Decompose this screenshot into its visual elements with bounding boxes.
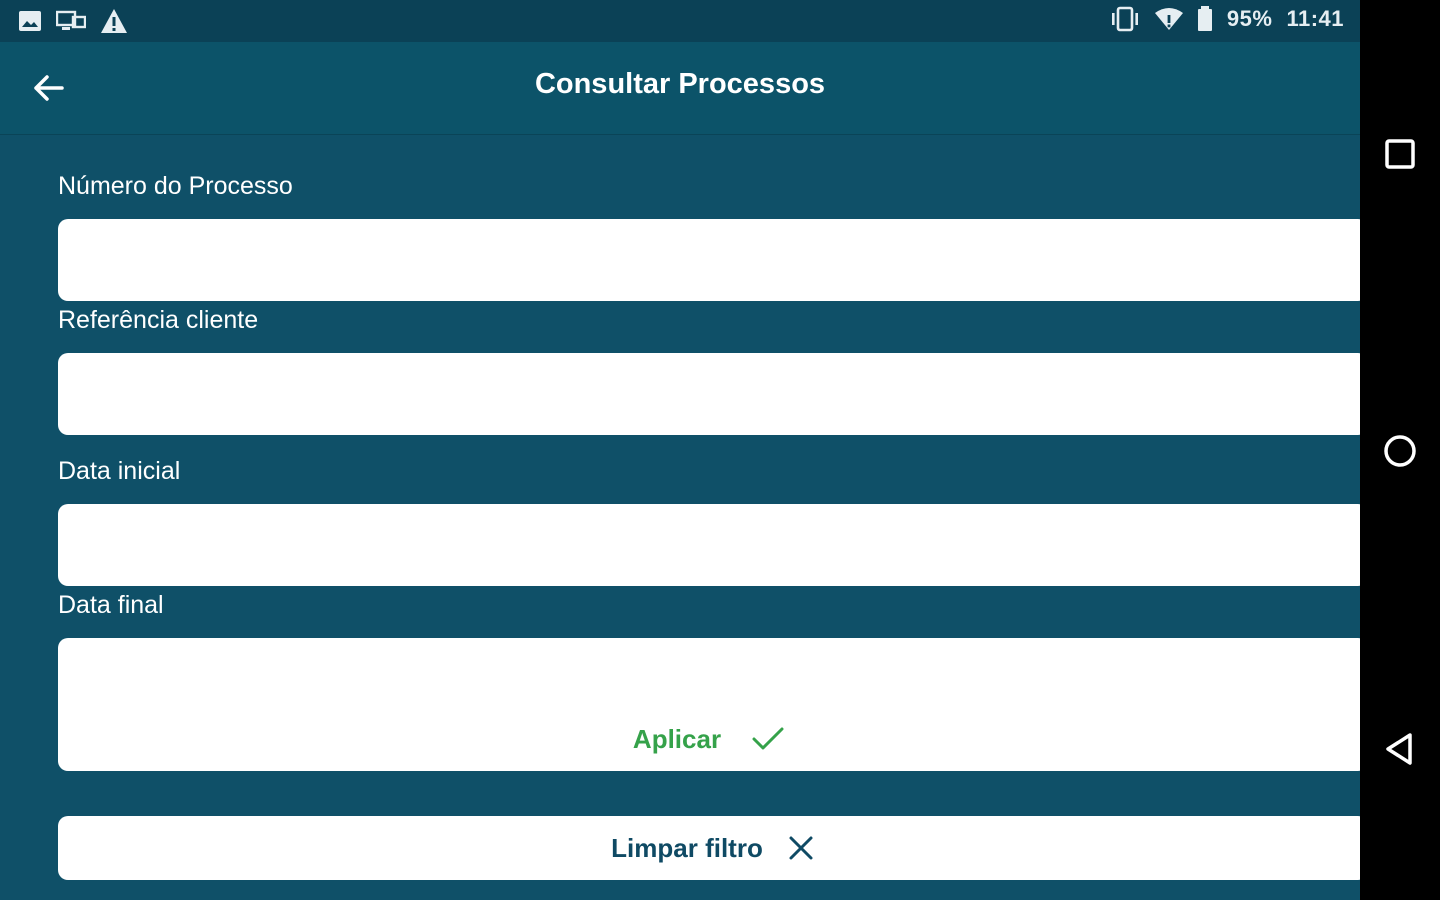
warning-icon <box>101 9 127 33</box>
data-inicial-input[interactable] <box>58 504 1360 586</box>
clear-filter-label: Limpar filtro <box>611 832 763 863</box>
home-circle-icon <box>1384 435 1416 467</box>
back-nav-button[interactable] <box>1380 729 1420 769</box>
app-screen: 95% 11:41 Consultar Processos Número do … <box>0 0 1360 900</box>
image-icon <box>19 11 41 31</box>
battery-percentage: 95% <box>1226 6 1273 31</box>
status-icons-left <box>18 8 128 34</box>
system-nav-bar <box>1360 0 1440 900</box>
data-final-label: Data final <box>58 591 164 619</box>
numero-processo-label: Número do Processo <box>58 172 293 200</box>
referencia-cliente-input[interactable] <box>58 353 1360 435</box>
close-icon <box>789 836 813 860</box>
status-icons-right: 95% 11:41 <box>1109 6 1344 32</box>
referencia-cliente-label: Referência cliente <box>58 306 259 334</box>
numero-processo-input[interactable] <box>58 219 1360 301</box>
wifi-icon <box>1154 8 1183 30</box>
battery-icon <box>1197 6 1212 31</box>
apply-label: Aplicar <box>632 723 722 754</box>
recents-button[interactable] <box>1380 134 1420 174</box>
data-inicial-label: Data inicial <box>58 457 181 485</box>
recents-square-icon <box>1385 139 1415 169</box>
cast-icon <box>56 10 86 30</box>
clear-filter-button[interactable]: Limpar filtro <box>58 816 1360 880</box>
status-bar: 95% 11:41 <box>0 0 1360 42</box>
data-final-input[interactable] <box>58 638 1360 708</box>
page-title: Consultar Processos <box>534 68 826 100</box>
back-triangle-icon <box>1386 733 1412 765</box>
apply-button[interactable]: Aplicar <box>58 708 1360 770</box>
vibrate-icon <box>1111 6 1138 32</box>
clock: 11:41 <box>1286 6 1344 31</box>
check-icon <box>752 727 784 750</box>
home-button[interactable] <box>1380 431 1420 471</box>
app-bar: Consultar Processos <box>0 42 1360 135</box>
